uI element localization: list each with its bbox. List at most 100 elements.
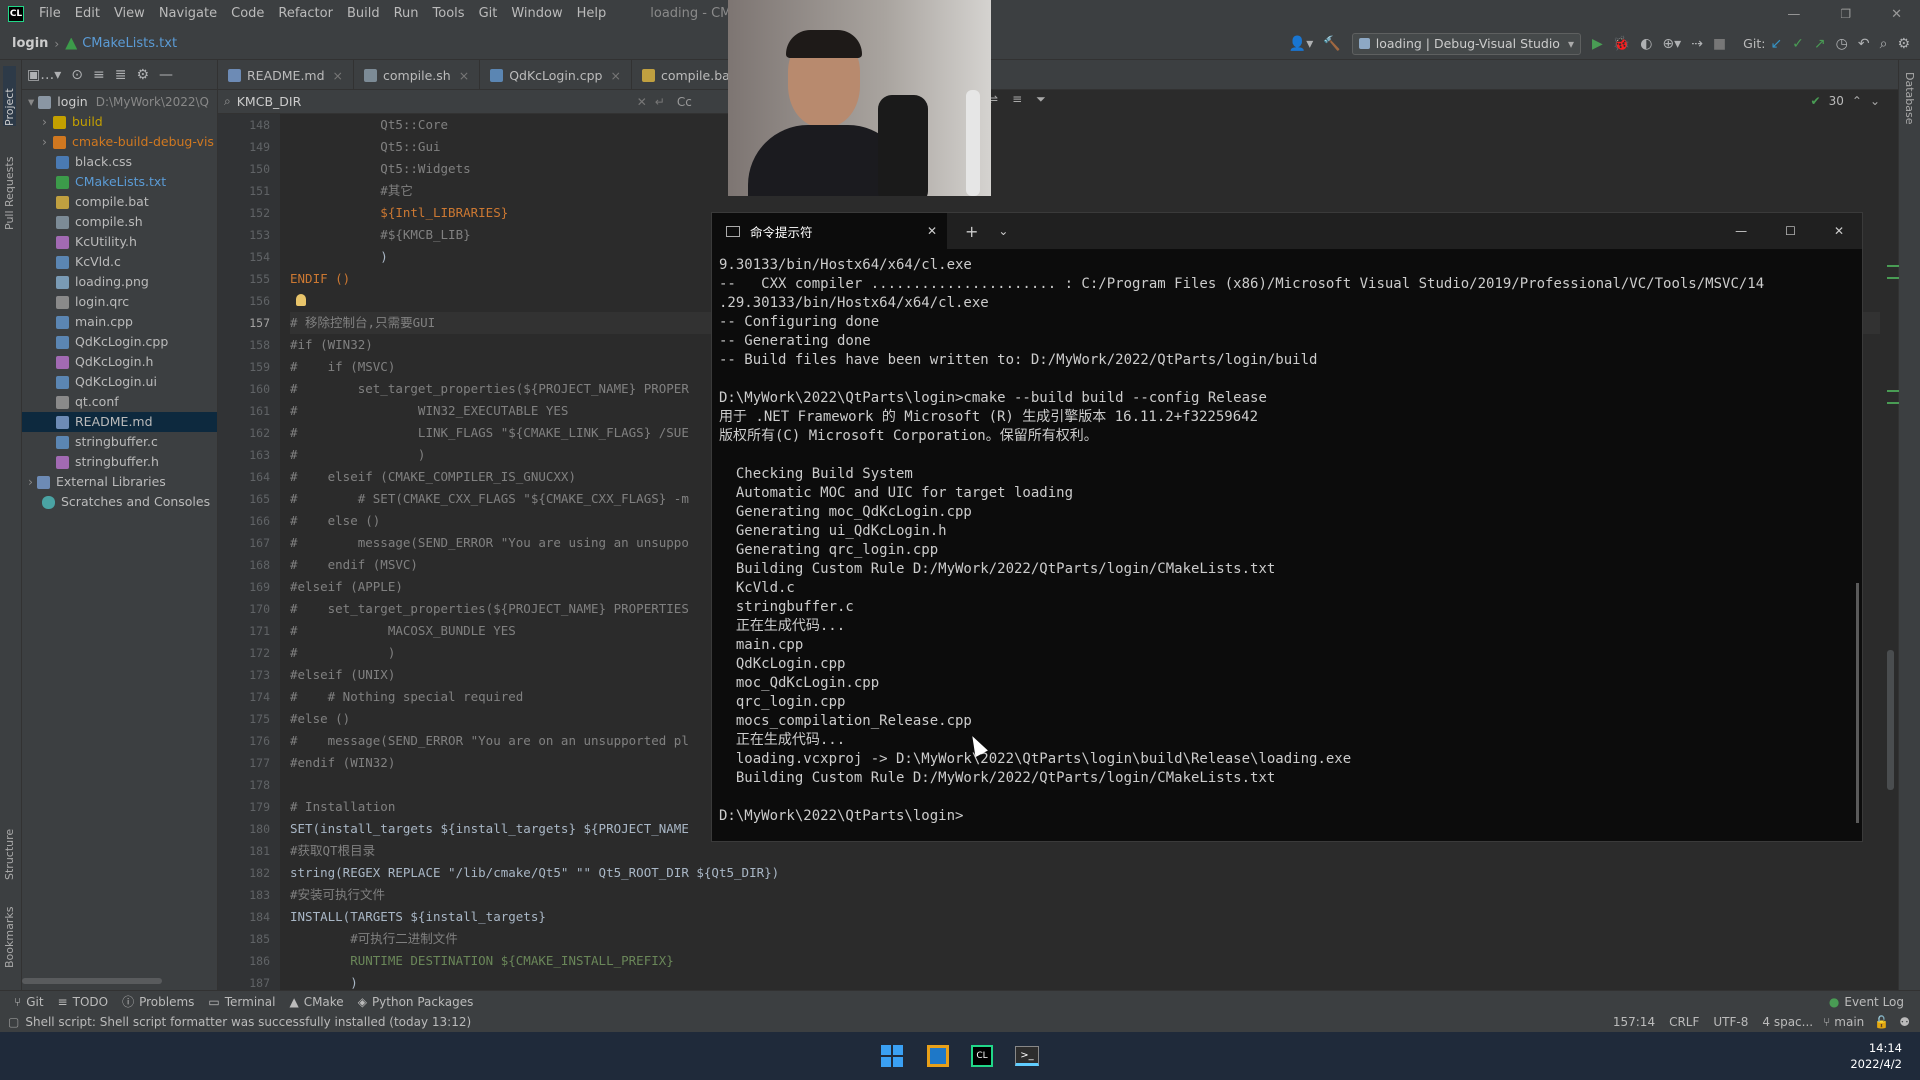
git-commit-icon[interactable]: ✓: [1792, 36, 1804, 52]
menu-build[interactable]: Build: [340, 0, 387, 28]
status-panel-icon[interactable]: ▢: [8, 1015, 19, 1029]
locate-icon[interactable]: ⊙: [71, 67, 83, 83]
tree-item[interactable]: stringbuffer.c: [22, 432, 217, 452]
chevron-up-icon[interactable]: ⌃: [1852, 94, 1862, 108]
menu-file[interactable]: File: [32, 0, 68, 28]
regex-icon[interactable]: ↵: [655, 95, 665, 109]
stripe-project[interactable]: Project: [3, 66, 16, 126]
tool-git[interactable]: ⑂ Git: [14, 995, 44, 1009]
attach-icon[interactable]: ⇢: [1691, 36, 1703, 52]
hide-panel-icon[interactable]: —: [159, 67, 173, 83]
tree-item[interactable]: › build: [22, 112, 217, 132]
code-line[interactable]: Qt5::Core: [290, 114, 1890, 136]
tree-item[interactable]: compile.sh: [22, 212, 217, 232]
search-input[interactable]: [236, 94, 637, 109]
run-icon[interactable]: ▶: [1592, 36, 1603, 52]
menu-git[interactable]: Git: [472, 0, 505, 28]
menu-code[interactable]: Code: [224, 0, 271, 28]
tree-item[interactable]: QdKcLogin.h: [22, 352, 217, 372]
tree-external-libraries[interactable]: › External Libraries: [22, 472, 217, 492]
git-push-icon[interactable]: ↗: [1814, 36, 1826, 52]
file-encoding[interactable]: UTF-8: [1713, 1015, 1748, 1029]
breadcrumb-project[interactable]: login: [12, 36, 48, 51]
menu-run[interactable]: Run: [387, 0, 426, 28]
minimize-icon[interactable]: —: [1787, 7, 1800, 22]
terminal-tab[interactable]: 命令提示符 ✕: [712, 213, 947, 249]
terminal-scrollbar[interactable]: [1856, 583, 1859, 823]
tree-item[interactable]: compile.bat: [22, 192, 217, 212]
editor-scrollbar[interactable]: [1887, 650, 1894, 790]
history-icon[interactable]: ◷: [1836, 36, 1848, 52]
system-clock[interactable]: 14:14 2022/4/2: [1850, 1040, 1902, 1072]
rollback-icon[interactable]: ↶: [1858, 36, 1870, 52]
tree-item[interactable]: login.qrc: [22, 292, 217, 312]
stripe-database[interactable]: Database: [1903, 72, 1916, 132]
tree-item[interactable]: KcVld.c: [22, 252, 217, 272]
options-gear-icon[interactable]: ⚙: [136, 67, 149, 83]
event-log[interactable]: ● Event Log: [1829, 995, 1904, 1009]
menu-tools[interactable]: Tools: [426, 0, 472, 28]
tree-item[interactable]: loading.png: [22, 272, 217, 292]
close-icon[interactable]: ✕: [1891, 7, 1902, 22]
tree-item[interactable]: README.md: [22, 412, 217, 432]
code-line[interactable]: Qt5::Gui: [290, 136, 1890, 158]
align-icon[interactable]: ≡: [1012, 92, 1022, 107]
windows-start-icon[interactable]: [881, 1045, 903, 1067]
menu-help[interactable]: Help: [570, 0, 614, 28]
tree-item[interactable]: stringbuffer.h: [22, 452, 217, 472]
search-everywhere-icon[interactable]: ⌕: [1880, 36, 1888, 52]
tab-readme[interactable]: README.md ×: [218, 60, 355, 90]
code-line[interactable]: RUNTIME DESTINATION ${CMAKE_INSTALL_PREF…: [290, 950, 1890, 972]
code-line[interactable]: #其它: [290, 180, 1890, 202]
tab-close-icon[interactable]: ×: [610, 68, 620, 83]
menu-edit[interactable]: Edit: [68, 0, 107, 28]
code-line[interactable]: #安装可执行文件: [290, 884, 1890, 906]
clear-search-icon[interactable]: ✕: [637, 95, 647, 109]
expand-all-icon[interactable]: ≡: [93, 67, 105, 83]
tool-todo[interactable]: ≡ TODO: [58, 995, 109, 1009]
close-icon[interactable]: ✕: [1834, 224, 1844, 238]
terminal-taskbar-icon[interactable]: >_: [1015, 1046, 1039, 1066]
tree-item[interactable]: main.cpp: [22, 312, 217, 332]
chevron-down-icon[interactable]: ⌄: [998, 224, 1008, 238]
tree-root[interactable]: ▾ login D:\MyWork\2022\Q: [22, 92, 217, 112]
tree-item[interactable]: KcUtility.h: [22, 232, 217, 252]
settings-gear-icon[interactable]: ⚙: [1897, 36, 1910, 52]
build-hammer-icon[interactable]: 🔨: [1323, 36, 1340, 52]
tool-problems[interactable]: ⓘ Problems: [122, 993, 194, 1010]
menu-refactor[interactable]: Refactor: [271, 0, 340, 28]
stripe-structure[interactable]: Structure: [3, 815, 16, 880]
notifications-icon[interactable]: ⚉: [1899, 1015, 1910, 1029]
terminal-window[interactable]: 命令提示符 ✕ + ⌄ — ☐ ✕ 9.30133/bin/Hostx64/x6…: [711, 212, 1863, 842]
profile-icon[interactable]: ⊕▾: [1662, 36, 1681, 52]
tool-python-packages[interactable]: ◈ Python Packages: [358, 995, 474, 1009]
inspection-widget[interactable]: ✔ 30 ⌃ ⌄: [1811, 94, 1880, 108]
stripe-bookmarks[interactable]: Bookmarks: [3, 898, 16, 968]
tool-cmake[interactable]: ▲ CMake: [289, 995, 343, 1009]
tab-compile-sh[interactable]: compile.sh ×: [354, 60, 481, 90]
project-view-selector-icon[interactable]: ▣…▾: [27, 67, 61, 83]
tab-close-icon[interactable]: ×: [333, 68, 343, 83]
code-line[interactable]: #获取QT根目录: [290, 840, 1890, 862]
minimize-icon[interactable]: —: [1735, 224, 1747, 238]
tree-item[interactable]: CMakeLists.txt: [22, 172, 217, 192]
tool-terminal[interactable]: ▭ Terminal: [208, 995, 275, 1009]
menu-navigate[interactable]: Navigate: [152, 0, 224, 28]
chevron-down-icon[interactable]: ⌄: [1870, 94, 1880, 108]
tree-item[interactable]: qt.conf: [22, 392, 217, 412]
stripe-pull-requests[interactable]: Pull Requests: [3, 140, 16, 230]
run-config-selector[interactable]: loading | Debug-Visual Studio ▾: [1351, 32, 1581, 55]
coverage-icon[interactable]: ◐: [1640, 36, 1652, 52]
tree-scratches[interactable]: Scratches and Consoles: [22, 492, 217, 512]
stop-icon[interactable]: ■: [1713, 36, 1726, 52]
maximize-icon[interactable]: ☐: [1785, 224, 1796, 238]
breadcrumb-file[interactable]: CMakeLists.txt: [82, 36, 177, 51]
match-case-toggle[interactable]: Cc: [677, 95, 692, 109]
lock-icon[interactable]: 🔓: [1874, 1015, 1889, 1029]
clion-taskbar-icon[interactable]: CL: [971, 1045, 993, 1067]
tab-close-icon[interactable]: ✕: [927, 224, 937, 238]
tab-qdkclogin-cpp[interactable]: QdKcLogin.cpp ×: [480, 60, 632, 90]
caret-position[interactable]: 157:14: [1613, 1015, 1655, 1029]
filter-icon[interactable]: ⏷: [1036, 92, 1046, 107]
tree-item[interactable]: QdKcLogin.ui: [22, 372, 217, 392]
